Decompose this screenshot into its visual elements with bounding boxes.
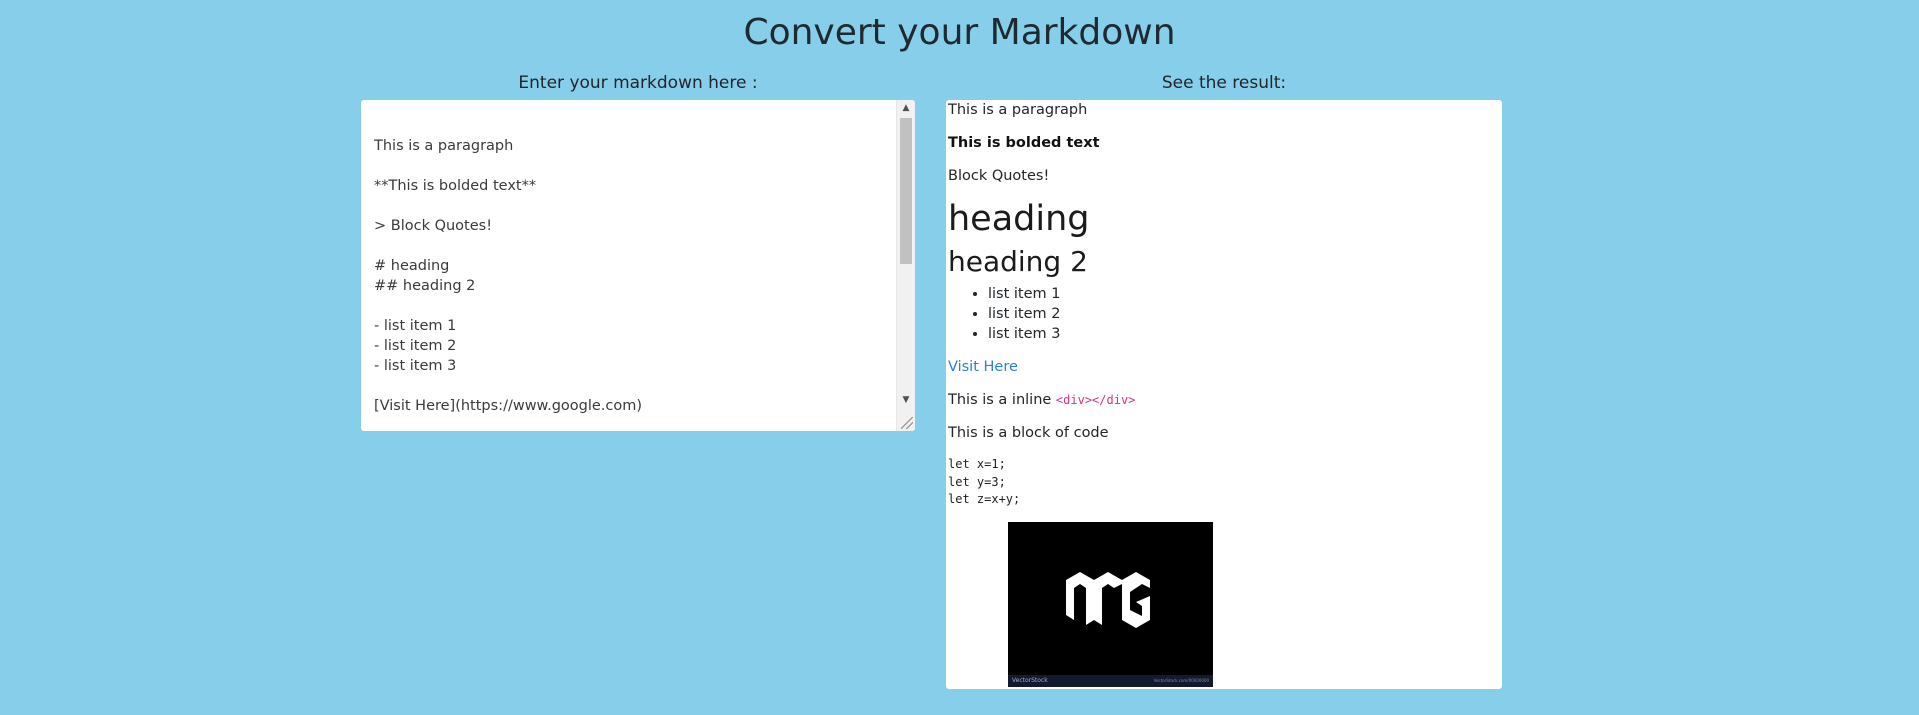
preview-blockquote: Block Quotes! xyxy=(948,168,1050,184)
mg-logo-icon xyxy=(1066,572,1150,628)
page-title: Convert your Markdown xyxy=(743,12,1176,53)
watermark-right-text: VectorStock.com/00000000 xyxy=(1153,678,1209,683)
scroll-down-icon[interactable]: ▼ xyxy=(897,392,915,408)
preview-panel: This is a paragraph This is bolded text … xyxy=(946,100,1502,689)
list-item: list item 2 xyxy=(988,304,1061,324)
watermark-text: VectorStock xyxy=(1012,677,1048,684)
markdown-textarea-content[interactable]: This is a paragraph **This is bolded tex… xyxy=(374,116,891,431)
preview-inline-line: This is a inline <div></div> xyxy=(948,392,1135,408)
preview-code-block: let x=1; let y=3; let z=x+y; xyxy=(948,457,1021,506)
textarea-scrollbar[interactable]: ▲ ▼ xyxy=(896,100,915,431)
preview-link[interactable]: Visit Here xyxy=(948,359,1018,375)
preview-label: See the result: xyxy=(1161,73,1287,93)
preview-paragraph: This is a paragraph xyxy=(948,102,1088,118)
scroll-thumb[interactable] xyxy=(900,118,912,264)
editor-label: Enter your markdown here : xyxy=(518,73,758,93)
preview-heading-2: heading 2 xyxy=(948,245,1088,278)
preview-list: list item 1 list item 2 list item 3 xyxy=(948,284,1061,344)
list-item: list item 1 xyxy=(988,284,1061,304)
preview-code-intro: This is a block of code xyxy=(948,425,1109,441)
markdown-textarea[interactable]: This is a paragraph **This is bolded tex… xyxy=(361,100,915,431)
watermark-strip: VectorStock VectorStock.com/00000000 xyxy=(1008,675,1213,687)
preview-heading-1: heading xyxy=(948,199,1090,239)
preview-inline-code: <div></div> xyxy=(1055,393,1136,407)
mg-logo-image: VectorStock VectorStock.com/00000000 xyxy=(1008,522,1213,687)
preview-bold-text: This is bolded text xyxy=(948,135,1100,151)
resize-handle-icon[interactable] xyxy=(901,417,913,429)
scroll-up-icon[interactable]: ▲ xyxy=(897,100,915,116)
preview-inline-text: This is a inline xyxy=(948,392,1056,408)
list-item: list item 3 xyxy=(988,324,1061,344)
